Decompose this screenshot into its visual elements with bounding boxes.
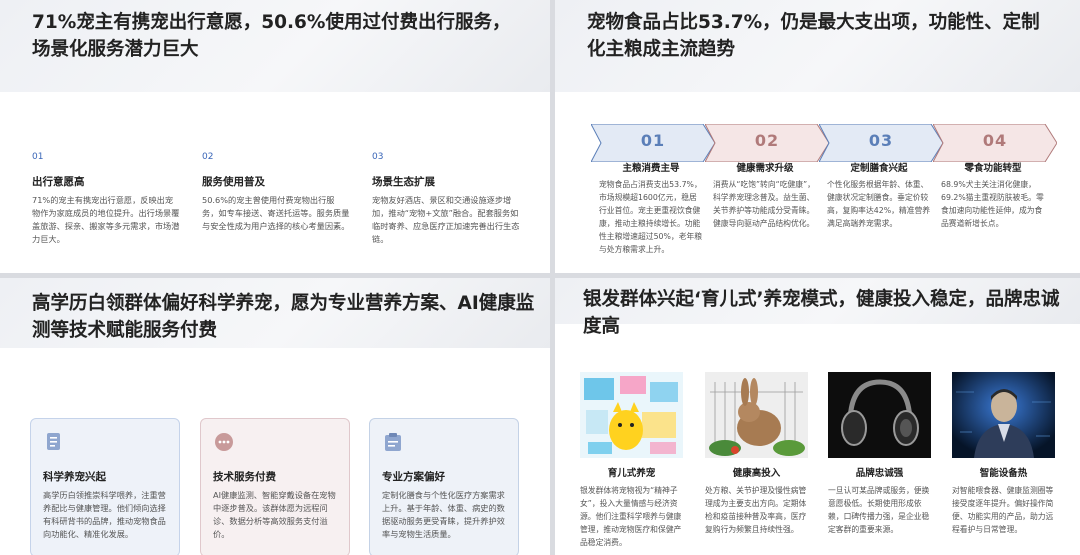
- cartoon-art: [584, 376, 678, 454]
- step-column-3: 定制膳食兴起 个性化服务根据年龄、体重、健康状况定制膳食。垂定价较高，复购率达4…: [827, 160, 931, 230]
- rabbit-art: [705, 372, 808, 458]
- item-heading: 品牌忠诚强: [855, 468, 904, 479]
- step-text: 68.9%犬主关注消化健康，69.2%猫主重视防肤被毛。零食加速向功能性延伸，成…: [941, 180, 1044, 228]
- column-text: 50.6%的宠主曾使用付费宠物出行服务，如专车接送、寄送托运等。服务质量与安全性…: [202, 195, 350, 231]
- step-text: 个性化服务根据年龄、体重、健康状况定制膳食。垂定价较高，复购率达42%，精准营养…: [827, 180, 931, 228]
- item-text: 处方粮、关节护理及慢性病管理成为主要支出方向。定期体检和疫苗接种普及率高，医疗复…: [705, 486, 807, 534]
- item-heading: 智能设备热: [979, 468, 1028, 479]
- column-text: 71%的宠主有携宠出行意愿，反映出宠物作为家庭成员的地位提升。出行场景覆盖旅游、…: [32, 195, 180, 244]
- column-number: 01: [32, 152, 44, 162]
- slide-title: 高学历白领群体偏好科学养宠，愿为专业营养方案、AI健康监测等技术赋能服务付费: [32, 293, 535, 341]
- slide-grid: 71%宠主有携宠出行意愿，50.6%使用过付费出行服务，场景化服务潜力巨大 01…: [0, 0, 1080, 555]
- slide-food: 宠物食品占比53.7%，仍是最大支出项，功能性、定制化主粮成主流趋势 01 02…: [555, 0, 1080, 273]
- step-column-1: 主粮消费主导 宠物食品占消费支出53.7%，市场规模超1600亿元，稳居行业首位…: [599, 160, 703, 256]
- step-number: 02: [754, 131, 780, 150]
- item-heading: 健康高投入: [732, 468, 781, 479]
- image-column-3: 品牌忠诚强 一旦认可某品牌或服务，便换意愿极低。长期使用形成依赖，口碑传播力强，…: [828, 372, 931, 536]
- headphones-art: [828, 372, 931, 458]
- image-column-4: 智能设备热 对智能喂食器、健康监测圈等接受度逐年提升。偏好操作简便、功能实用的产…: [952, 372, 1055, 536]
- card-text: 高学历白领推崇科学喂养，注重营养配比与健康管理。他们倾向选择有科研背书的品牌，推…: [43, 490, 166, 539]
- step-arrow-4: 04: [933, 124, 1057, 162]
- cartoon-pets-illustration: [580, 372, 683, 458]
- card-heading: 技术服务付费: [213, 471, 276, 483]
- slide-travel: 71%宠主有携宠出行意愿，50.6%使用过付费出行服务，场景化服务潜力巨大 01…: [0, 0, 550, 273]
- chat-bubble-icon: [215, 433, 233, 451]
- card-heading: 专业方案偏好: [382, 471, 445, 483]
- card-professional: 专业方案偏好 定制化膳食与个性化医疗方案需求上升。基于年龄、体重、病史的数据驱动…: [369, 418, 519, 555]
- item-heading: 育儿式养宠: [607, 468, 656, 479]
- rabbit-photo: [705, 372, 808, 458]
- column-number: 03: [372, 152, 384, 162]
- column-2: 02 服务使用普及 50.6%的宠主曾使用付费宠物出行服务，如专车接送、寄送托运…: [202, 152, 350, 233]
- document-icon: [47, 433, 60, 450]
- step-heading: 定制膳食兴起: [850, 163, 908, 174]
- step-column-2: 健康需求升级 消费从“吃饱”转向“吃健康”，科学养宠理念普及。益生菌、关节养护等…: [713, 160, 817, 230]
- image-column-1: 育儿式养宠 银发群体将宠物视为“精神子女”，投入大量情感与经济资源。他们注重科学…: [580, 372, 683, 549]
- step-arrow-3: 03: [819, 124, 943, 162]
- column-text: 宠物友好酒店、景区和交通设施逐步增加，推动“宠物+文旅”融合。配套服务如临时寄养…: [372, 195, 520, 244]
- step-heading: 健康需求升级: [736, 163, 794, 174]
- step-arrow-1: 01: [591, 124, 715, 162]
- column-3: 03 场景生态扩展 宠物友好酒店、景区和交通设施逐步增加，推动“宠物+文旅”融合…: [372, 152, 520, 246]
- card-text: AI健康监测、智能穿戴设备在宠物中逐步普及。该群体愿为远程问诊、数据分析等高效服…: [213, 490, 336, 539]
- item-text: 银发群体将宠物视为“精神子女”，投入大量情感与经济资源。他们注重科学喂养与健康管…: [580, 486, 682, 547]
- item-text: 一旦认可某品牌或服务，便换意愿极低。长期使用形成依赖，口碑传播力强，是企业稳定客…: [828, 486, 930, 534]
- slide-white-collar: 高学历白领群体偏好科学养宠，愿为专业营养方案、AI健康监测等技术赋能服务付费 科…: [0, 278, 550, 555]
- step-number: 03: [868, 131, 894, 150]
- step-number: 01: [640, 131, 666, 150]
- card-scientific: 科学养宠兴起 高学历白领推崇科学喂养，注重营养配比与健康管理。他们倾向选择有科研…: [30, 418, 180, 555]
- column-heading: 出行意愿高: [32, 176, 85, 188]
- card-heading: 科学养宠兴起: [43, 471, 106, 483]
- headphones-photo: [828, 372, 931, 458]
- slide-title: 71%宠主有携宠出行意愿，50.6%使用过付费出行服务，场景化服务潜力巨大: [32, 12, 511, 60]
- step-heading: 零食功能转型: [964, 163, 1022, 174]
- slide-silver: 银发群体兴起‘育儿式’养宠模式，健康投入稳定，品牌忠诚度高 育儿式养宠 银发群体…: [555, 278, 1080, 555]
- robot-figure-photo: [952, 372, 1055, 458]
- item-text: 对智能喂食器、健康监测圈等接受度逐年提升。偏好操作简便、功能实用的产品，助力远程…: [952, 486, 1054, 534]
- slide-title: 宠物食品占比53.7%，仍是最大支出项，功能性、定制化主粮成主流趋势: [587, 12, 1040, 60]
- robot-art: [952, 372, 1055, 458]
- step-arrows: 01 02 03 04: [591, 124, 1057, 162]
- card-tech-service: 技术服务付费 AI健康监测、智能穿戴设备在宠物中逐步普及。该群体愿为远程问诊、数…: [200, 418, 350, 555]
- image-column-2: 健康高投入 处方粮、关节护理及慢性病管理成为主要支出方向。定期体检和疫苗接种普及…: [705, 372, 808, 536]
- step-number: 04: [982, 131, 1008, 150]
- column-number: 02: [202, 152, 214, 162]
- card-text: 定制化膳食与个性化医疗方案需求上升。基于年龄、体重、病史的数据驱动服务更受青睐，…: [382, 490, 505, 539]
- step-column-4: 零食功能转型 68.9%犬主关注消化健康，69.2%猫主重视防肤被毛。零食加速向…: [941, 160, 1045, 230]
- step-arrow-2: 02: [705, 124, 829, 162]
- step-heading: 主粮消费主导: [622, 163, 680, 174]
- column-1: 01 出行意愿高 71%的宠主有携宠出行意愿，反映出宠物作为家庭成员的地位提升。…: [32, 152, 180, 246]
- column-heading: 服务使用普及: [202, 176, 265, 188]
- step-text: 宠物食品占消费支出53.7%，市场规模超1600亿元，稳居行业首位。宠主更重视饮…: [599, 180, 703, 254]
- step-text: 消费从“吃饱”转向“吃健康”，科学养宠理念普及。益生菌、关节养护等功能成分受青睐…: [713, 180, 815, 228]
- clipboard-icon: [385, 433, 401, 451]
- slide-title: 银发群体兴起‘育儿式’养宠模式，健康投入稳定，品牌忠诚度高: [583, 289, 1060, 337]
- column-heading: 场景生态扩展: [372, 176, 435, 188]
